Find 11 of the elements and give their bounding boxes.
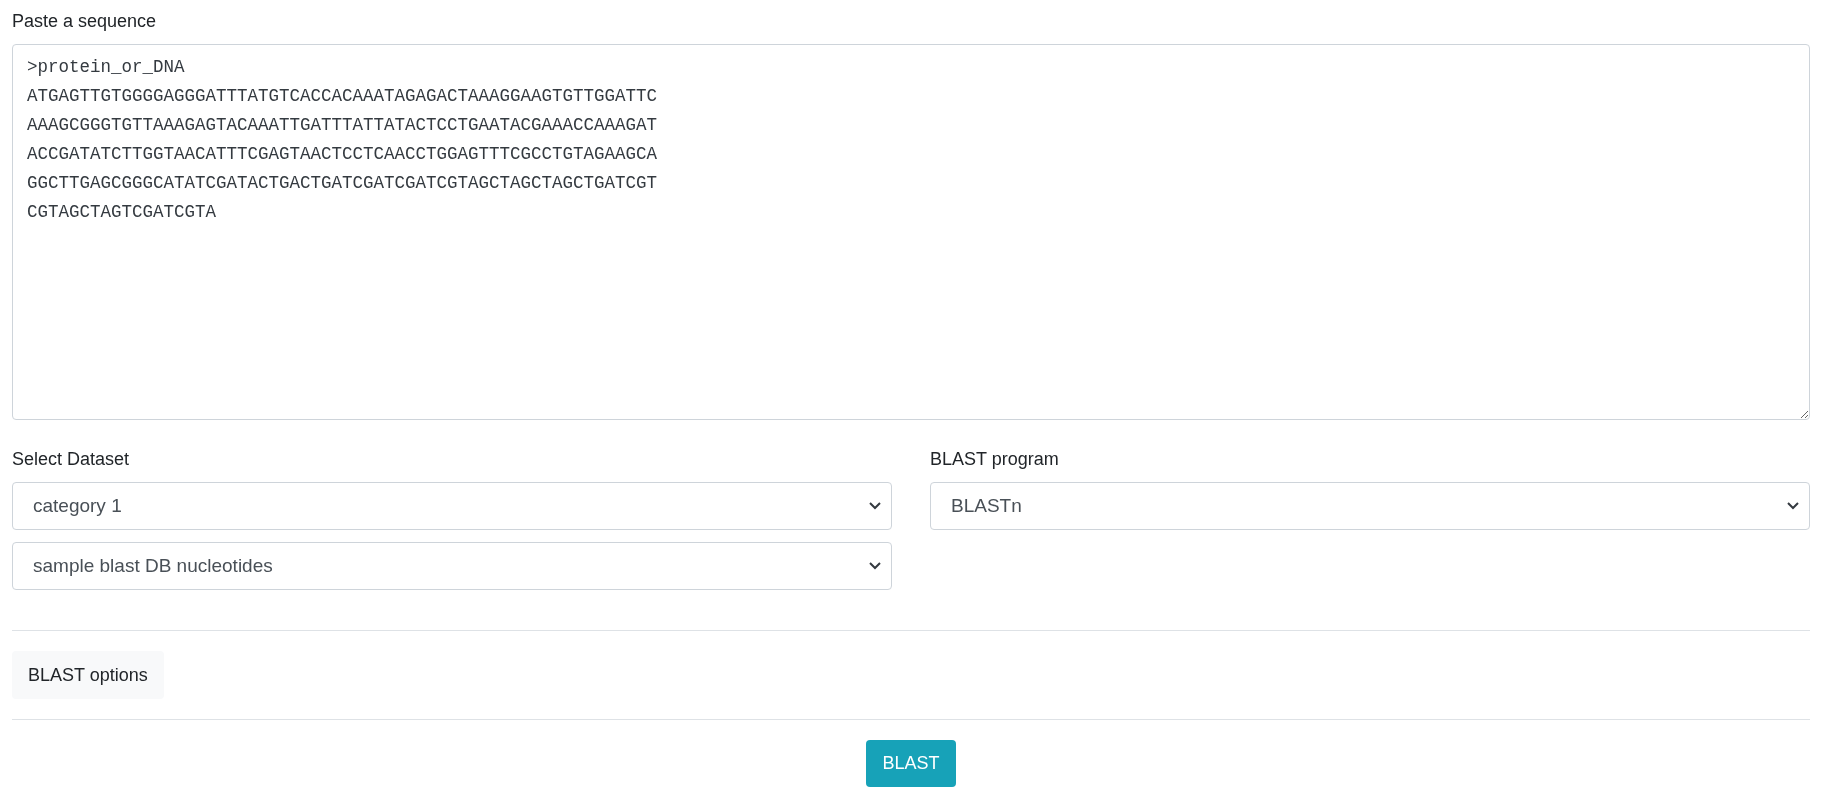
options-button[interactable]: BLAST options (12, 651, 164, 699)
sequence-field[interactable]: >protein_or_DNA ATGAGTTGTGGGGAGGGATTTATGTCACCACAAATAGAGACTAAAGGAAGTGTTGGATTC AAAGCGGGTGTTAAAGAGTACAAATTGATTTATTATACTCCTGAATACGAAACCAAAGAT ACCGATATCTTGGTAACATTTCGAGTAACTCCTCAACCTGGAGTTTCGCCTGTAGAAGCA GGCTTGAGCGGGCATATCGATACTGACTGATCGATCGATCGTAGCTAGCTAGCTGATCGT CGTAGCTAGTCGATCGTA (12, 44, 1810, 420)
chevron-down-icon (1787, 502, 1799, 510)
field-label: Select Dataset (12, 448, 131, 470)
program-select[interactable]: BLASTn (930, 482, 1810, 530)
chevron-down-icon (869, 502, 881, 510)
dataset-select[interactable]: sample blast DB nucleotides (12, 542, 892, 590)
chevron-down-icon (869, 562, 881, 570)
dataset-select[interactable]: category 1 (12, 482, 892, 530)
field-label: Paste a sequence (12, 10, 158, 33)
field-label: BLAST program (930, 448, 1060, 470)
